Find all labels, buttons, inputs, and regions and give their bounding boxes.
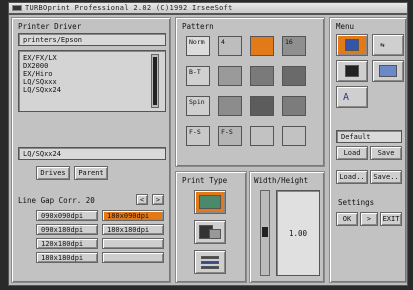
aspect-preview: 1.00 bbox=[276, 190, 320, 276]
exit-button[interactable]: EXIT bbox=[380, 212, 402, 226]
printer-driver-panel: Printer Driver printers/Epson EX/FX/LX D… bbox=[11, 17, 171, 283]
load-button[interactable]: Load bbox=[336, 146, 368, 160]
printer-driver-heading: Printer Driver bbox=[18, 22, 82, 31]
monitor-icon bbox=[379, 65, 397, 77]
load-as-button[interactable]: Load.. bbox=[336, 170, 368, 184]
driver-list-item[interactable]: EX/FX/LX bbox=[23, 54, 57, 62]
line-art-icon bbox=[201, 266, 219, 269]
pattern-tile[interactable] bbox=[250, 96, 274, 116]
menu-printer-button[interactable]: ⇆ bbox=[372, 34, 404, 56]
height-slider-knob[interactable] bbox=[262, 227, 268, 237]
print-type-panel: Print Type bbox=[175, 171, 247, 283]
close-gadget[interactable] bbox=[12, 5, 22, 11]
resolution-button[interactable]: 180x180dpi bbox=[102, 224, 164, 235]
menu-color-button[interactable] bbox=[372, 60, 404, 82]
menu-text-button[interactable]: A bbox=[336, 86, 368, 108]
aspect-ratio-value: 1.00 bbox=[289, 229, 308, 238]
window-title: TURBOprint Professional 2.02 (C)1992 Irs… bbox=[25, 4, 233, 12]
line-art-icon bbox=[201, 256, 219, 259]
settings-heading: Settings bbox=[338, 198, 375, 207]
pattern-heading: Pattern bbox=[182, 22, 214, 31]
pattern-tile[interactable] bbox=[218, 96, 242, 116]
pattern-tile[interactable]: Norm bbox=[186, 36, 210, 56]
pattern-tile[interactable]: F-S bbox=[218, 126, 242, 146]
print-type-heading: Print Type bbox=[182, 176, 228, 185]
width-height-heading: Width/Height bbox=[254, 176, 309, 185]
line-gap-decrease-button[interactable]: < bbox=[136, 194, 148, 205]
page-icon bbox=[345, 65, 359, 77]
resolution-button[interactable]: 180x090dpi bbox=[102, 210, 164, 221]
save-as-button[interactable]: Save.. bbox=[370, 170, 402, 184]
driver-path-field[interactable]: printers/Epson bbox=[18, 33, 166, 46]
driver-list-item[interactable]: DX2000 bbox=[23, 62, 48, 70]
print-type-bw-button[interactable] bbox=[194, 250, 226, 274]
pattern-tile[interactable]: F-S bbox=[186, 126, 210, 146]
pattern-tile[interactable] bbox=[282, 66, 306, 86]
resolution-button[interactable] bbox=[102, 238, 164, 249]
menu-heading: Menu bbox=[336, 22, 355, 31]
preset-field[interactable]: Default bbox=[336, 130, 402, 143]
driver-list-item[interactable]: LQ/SQxxx bbox=[23, 78, 57, 86]
pattern-tile[interactable]: Spin bbox=[186, 96, 210, 116]
resolution-button[interactable]: 090x180dpi bbox=[36, 224, 98, 235]
pattern-tile[interactable] bbox=[282, 126, 306, 146]
parent-button[interactable]: Parent bbox=[74, 166, 108, 180]
main-window: Printer Driver printers/Epson EX/FX/LX D… bbox=[8, 14, 408, 286]
resolution-button[interactable]: 180x180dpi bbox=[36, 252, 98, 263]
pattern-tile[interactable] bbox=[250, 126, 274, 146]
pattern-panel: Pattern Norm 4 16 B-T Spin F-S F-S bbox=[175, 17, 325, 167]
line-art-icon bbox=[201, 261, 219, 264]
line-gap-label: Line Gap Corr. 20 bbox=[18, 196, 95, 205]
print-type-grey-button[interactable] bbox=[194, 220, 226, 244]
driver-list-item[interactable]: LQ/SQxx24 bbox=[23, 86, 61, 94]
pattern-tile[interactable] bbox=[282, 96, 306, 116]
color-swatch-icon bbox=[199, 195, 221, 209]
pattern-tile[interactable] bbox=[218, 66, 242, 86]
menu-panel: Menu ⇆ A Default Load Save Load.. Save..… bbox=[329, 17, 407, 283]
print-type-color-button[interactable] bbox=[194, 190, 226, 214]
greyscale-icon bbox=[209, 229, 221, 239]
drives-button[interactable]: Drives bbox=[36, 166, 70, 180]
text-icon: A bbox=[343, 92, 350, 103]
resolution-button[interactable]: 090x090dpi bbox=[36, 210, 98, 221]
pattern-tile[interactable]: 16 bbox=[282, 36, 306, 56]
menu-graphic-button[interactable] bbox=[336, 34, 368, 56]
save-button[interactable]: Save bbox=[370, 146, 402, 160]
ok-button[interactable]: OK bbox=[336, 212, 358, 226]
width-height-panel: Width/Height 1.00 bbox=[249, 171, 325, 283]
driver-list[interactable]: EX/FX/LX DX2000 EX/Hiro LQ/SQxxx LQ/SQxx… bbox=[18, 50, 166, 112]
driver-list-item[interactable]: EX/Hiro bbox=[23, 70, 53, 78]
next-button[interactable]: > bbox=[360, 212, 378, 226]
height-slider[interactable] bbox=[260, 190, 270, 276]
menu-page-button[interactable] bbox=[336, 60, 368, 82]
resolution-button[interactable] bbox=[102, 252, 164, 263]
line-gap-increase-button[interactable]: > bbox=[152, 194, 164, 205]
pattern-tile[interactable]: B-T bbox=[186, 66, 210, 86]
pattern-tile[interactable] bbox=[250, 36, 274, 56]
driver-list-scrollbar[interactable] bbox=[151, 54, 159, 108]
resolution-button[interactable]: 120x180dpi bbox=[36, 238, 98, 249]
pattern-tile[interactable]: 4 bbox=[218, 36, 242, 56]
arrow-icon: ⇆ bbox=[380, 40, 385, 49]
pattern-tile[interactable] bbox=[250, 66, 274, 86]
selected-driver-field[interactable]: LQ/SQxx24 bbox=[18, 147, 166, 160]
scroll-thumb[interactable] bbox=[153, 57, 157, 105]
window-title-bar[interactable]: TURBOprint Professional 2.02 (C)1992 Irs… bbox=[8, 2, 408, 14]
palette-icon bbox=[345, 39, 359, 51]
